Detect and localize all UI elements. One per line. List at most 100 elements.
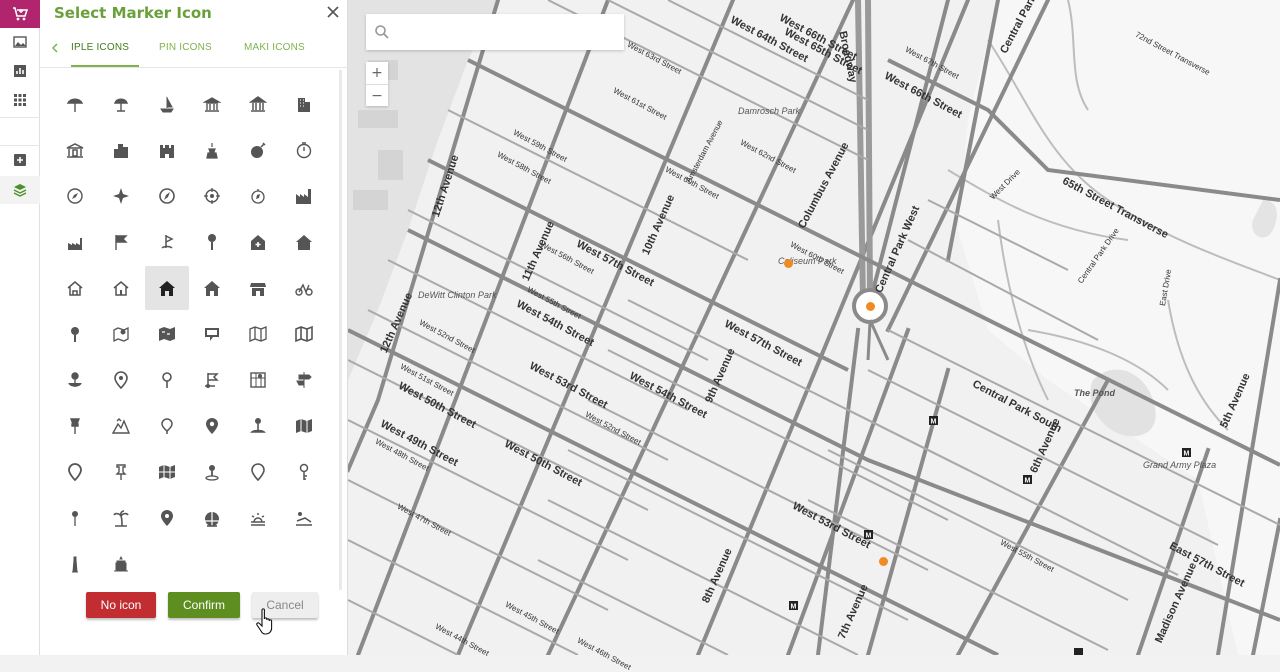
icon-option[interactable] xyxy=(190,174,234,218)
icon-option[interactable] xyxy=(53,450,97,494)
icon-option[interactable] xyxy=(236,358,280,402)
icon-option[interactable] xyxy=(53,358,97,402)
icon-option[interactable] xyxy=(190,82,234,126)
icon-option[interactable] xyxy=(99,496,143,540)
icon-option[interactable] xyxy=(236,496,280,540)
map-marker[interactable] xyxy=(784,259,793,268)
map-marker[interactable] xyxy=(866,302,875,311)
icon-option[interactable] xyxy=(282,450,326,494)
icon-option[interactable] xyxy=(190,496,234,540)
factory-small-icon xyxy=(68,238,82,250)
icon-option[interactable] xyxy=(99,312,143,356)
icon-option[interactable] xyxy=(236,312,280,356)
icon-option[interactable] xyxy=(99,358,143,402)
map-marker[interactable] xyxy=(879,557,888,566)
map-search-input[interactable] xyxy=(396,20,616,44)
icon-option[interactable] xyxy=(53,404,97,448)
icon-option[interactable] xyxy=(99,128,143,172)
chart-icon[interactable] xyxy=(0,57,40,85)
compass-rose-icon xyxy=(251,189,265,204)
image-icon[interactable] xyxy=(0,28,40,56)
icon-option[interactable] xyxy=(53,266,97,310)
sunbed-icon xyxy=(296,512,312,526)
icon-option[interactable] xyxy=(282,128,326,172)
icon-option[interactable] xyxy=(282,82,326,126)
icon-option[interactable] xyxy=(190,312,234,356)
icon-option[interactable] xyxy=(145,128,189,172)
tab-simple-icons[interactable]: IPLE ICONS xyxy=(71,42,129,53)
icon-option[interactable] xyxy=(236,404,280,448)
icon-option[interactable] xyxy=(99,174,143,218)
sunrise-icon xyxy=(251,513,266,526)
home-outline-2-icon xyxy=(113,281,129,296)
icon-option[interactable] xyxy=(145,450,189,494)
icon-option[interactable] xyxy=(53,174,97,218)
city-map-icon xyxy=(250,372,266,388)
tab-pin-icons[interactable]: PIN ICONS xyxy=(159,42,212,53)
icon-option[interactable] xyxy=(190,404,234,448)
icon-option[interactable] xyxy=(282,174,326,218)
icon-option[interactable] xyxy=(99,450,143,494)
icon-option[interactable] xyxy=(236,220,280,264)
icon-option[interactable] xyxy=(53,496,97,540)
icon-option[interactable] xyxy=(145,82,189,126)
icon-option[interactable] xyxy=(190,450,234,494)
icon-option[interactable] xyxy=(282,358,326,402)
icon-option[interactable] xyxy=(99,266,143,310)
chevron-left-icon[interactable] xyxy=(50,41,60,55)
icon-option[interactable] xyxy=(53,542,97,586)
icon-option[interactable] xyxy=(190,358,234,402)
tab-maki-icons[interactable]: MAKI ICONS xyxy=(244,42,305,53)
icon-option[interactable] xyxy=(53,312,97,356)
icon-option[interactable] xyxy=(282,404,326,448)
icon-tabs: IPLE ICONS PIN ICONS MAKI ICONS xyxy=(40,30,348,68)
icon-option[interactable] xyxy=(99,82,143,126)
icon-option[interactable] xyxy=(282,266,326,310)
icon-option[interactable] xyxy=(53,128,97,172)
icon-option[interactable] xyxy=(144,266,189,310)
golf-flag-icon xyxy=(161,235,174,249)
cycling-route-icon xyxy=(295,283,313,296)
fountain-icon xyxy=(206,143,219,159)
monument-icon xyxy=(113,555,128,572)
icon-option[interactable] xyxy=(236,450,280,494)
star-compass-icon xyxy=(112,188,129,204)
icon-option[interactable] xyxy=(190,128,234,172)
grid-apps-icon[interactable] xyxy=(0,86,40,114)
icon-option[interactable] xyxy=(145,220,189,264)
map-streets[interactable]: MM MMM xyxy=(348,0,1280,655)
tower-icon xyxy=(72,556,78,573)
shop-icon xyxy=(250,283,267,296)
icon-option[interactable] xyxy=(282,312,326,356)
layers-icon[interactable] xyxy=(0,176,47,204)
icon-option[interactable] xyxy=(236,174,280,218)
icon-option[interactable] xyxy=(53,82,97,126)
icon-option[interactable] xyxy=(99,404,143,448)
map-view[interactable]: MM MMM + − West 64th Street West 66th St… xyxy=(348,0,1280,672)
cart-icon[interactable] xyxy=(0,0,40,28)
icon-option[interactable] xyxy=(145,312,189,356)
marker-icon-panel: Select Marker Icon IPLE ICONS PIN ICONS … xyxy=(40,0,348,655)
icon-option[interactable] xyxy=(282,496,326,540)
no-icon-button[interactable]: No icon xyxy=(86,592,156,618)
icon-option[interactable] xyxy=(236,266,280,310)
zoom-in-button[interactable]: + xyxy=(366,62,388,84)
close-icon[interactable] xyxy=(325,4,341,20)
icon-option[interactable] xyxy=(145,496,189,540)
icon-option[interactable] xyxy=(282,220,326,264)
add-icon[interactable] xyxy=(0,146,40,174)
needle-pin-icon xyxy=(72,511,78,526)
icon-option[interactable] xyxy=(236,128,280,172)
icon-option[interactable] xyxy=(145,174,189,218)
confirm-button[interactable]: Confirm xyxy=(168,592,240,618)
icon-option[interactable] xyxy=(145,358,189,402)
beach-umbrella-icon xyxy=(66,98,84,112)
icon-option[interactable] xyxy=(145,404,189,448)
icon-option[interactable] xyxy=(99,220,143,264)
icon-option[interactable] xyxy=(236,82,280,126)
icon-option[interactable] xyxy=(53,220,97,264)
icon-option[interactable] xyxy=(99,542,143,586)
icon-option[interactable] xyxy=(190,266,234,310)
icon-option[interactable] xyxy=(190,220,234,264)
zoom-out-button[interactable]: − xyxy=(366,84,388,106)
